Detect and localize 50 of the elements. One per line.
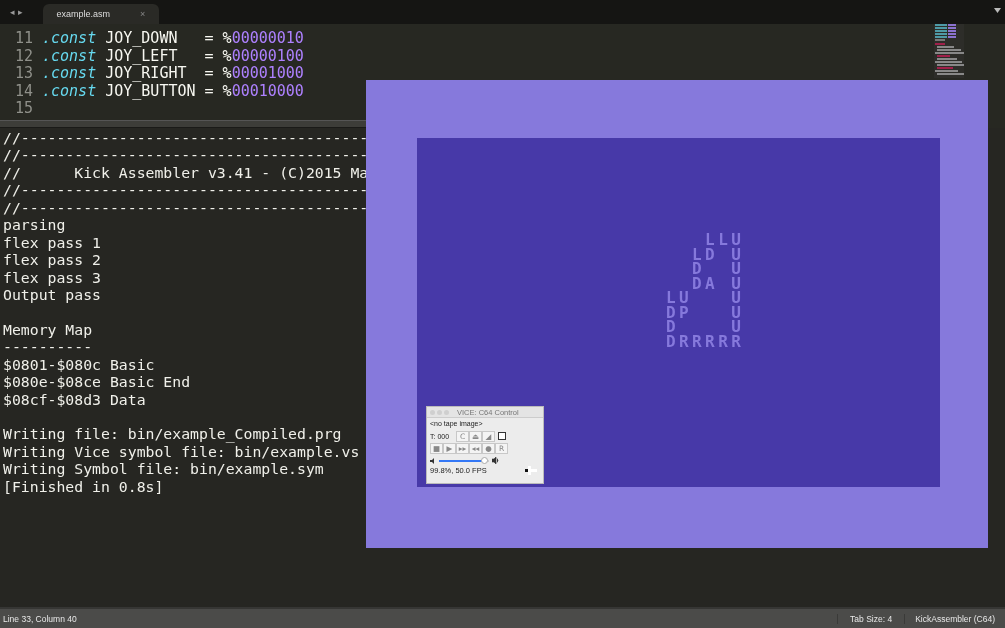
output-line: //--------------------------------------- xyxy=(3,181,369,199)
line-number: 12 xyxy=(13,47,34,65)
syntax-selector[interactable]: KickAssembler (C64) xyxy=(904,613,1005,624)
line-number: 13 xyxy=(13,65,34,83)
volume-slider[interactable] xyxy=(439,459,489,462)
code-line: .const JOY_BUTTON = %00010000 xyxy=(42,82,304,100)
output-line: [Finished in 0.8s] xyxy=(3,477,164,496)
file-tab[interactable]: example.asm × xyxy=(42,4,160,24)
cursor-position: Line 33, Column 40 xyxy=(2,613,78,624)
code-line: .const JOY_RIGHT = %00001000 xyxy=(42,65,304,83)
output-line: ---------- xyxy=(3,338,93,356)
checkbox[interactable] xyxy=(498,432,506,440)
line-number: 11 xyxy=(13,30,34,48)
output-line: flex pass 3 xyxy=(3,268,101,286)
tab-navigation-arrows[interactable]: ◂ ▸ xyxy=(10,7,23,17)
output-line: Writing Symbol file: bin/example.sym xyxy=(3,460,324,478)
dropdown-icon[interactable] xyxy=(994,8,1001,13)
output-line: Output pass xyxy=(3,285,101,304)
output-line: $080e-$08ce Basic End xyxy=(3,373,191,391)
screen-text: D U xyxy=(666,320,745,335)
output-line: parsing xyxy=(3,216,66,234)
screen-text: D U xyxy=(691,262,745,277)
line-number: 14 xyxy=(13,82,34,100)
screen-text: DRRRRR xyxy=(666,334,745,349)
slider-thumb[interactable] xyxy=(481,456,488,464)
output-line: Writing Vice symbol file: bin/example.vs xyxy=(3,442,360,461)
screen-text: DA U xyxy=(691,276,745,291)
output-line: flex pass 2 xyxy=(3,251,101,269)
code-line: .const JOY_DOWN = %00000010 xyxy=(42,30,304,48)
output-line: //--------------------------------------- xyxy=(3,129,369,147)
speaker-low-icon xyxy=(430,457,436,464)
output-line: Writing file: bin/example_Compiled.prg xyxy=(3,425,342,443)
output-line: //--------------------------------------- xyxy=(3,146,369,164)
speaker-high-icon xyxy=(492,457,500,464)
screen-text: LU U xyxy=(666,291,745,306)
output-line: Memory Map xyxy=(3,320,93,339)
output-line: //--------------------------------------- xyxy=(3,198,369,217)
tab-size-selector[interactable]: Tab Size: 4 xyxy=(837,613,905,624)
panel-splitter[interactable] xyxy=(0,120,366,128)
close-tab-button[interactable]: × xyxy=(140,9,146,19)
line-number: 15 xyxy=(13,100,34,118)
minimap-drawing[interactable] xyxy=(934,24,964,78)
output-line: flex pass 1 xyxy=(3,233,101,252)
screen-text: DP U xyxy=(666,305,745,320)
joystick-drawing xyxy=(522,466,540,475)
output-line: $08cf-$08d3 Data xyxy=(3,390,146,408)
screen-text: LLU xyxy=(705,233,745,248)
screen-text: LD U xyxy=(691,247,745,262)
output-line: $0801-$080c Basic xyxy=(3,355,155,374)
code-line: .const JOY_LEFT = %00000100 xyxy=(42,47,304,65)
